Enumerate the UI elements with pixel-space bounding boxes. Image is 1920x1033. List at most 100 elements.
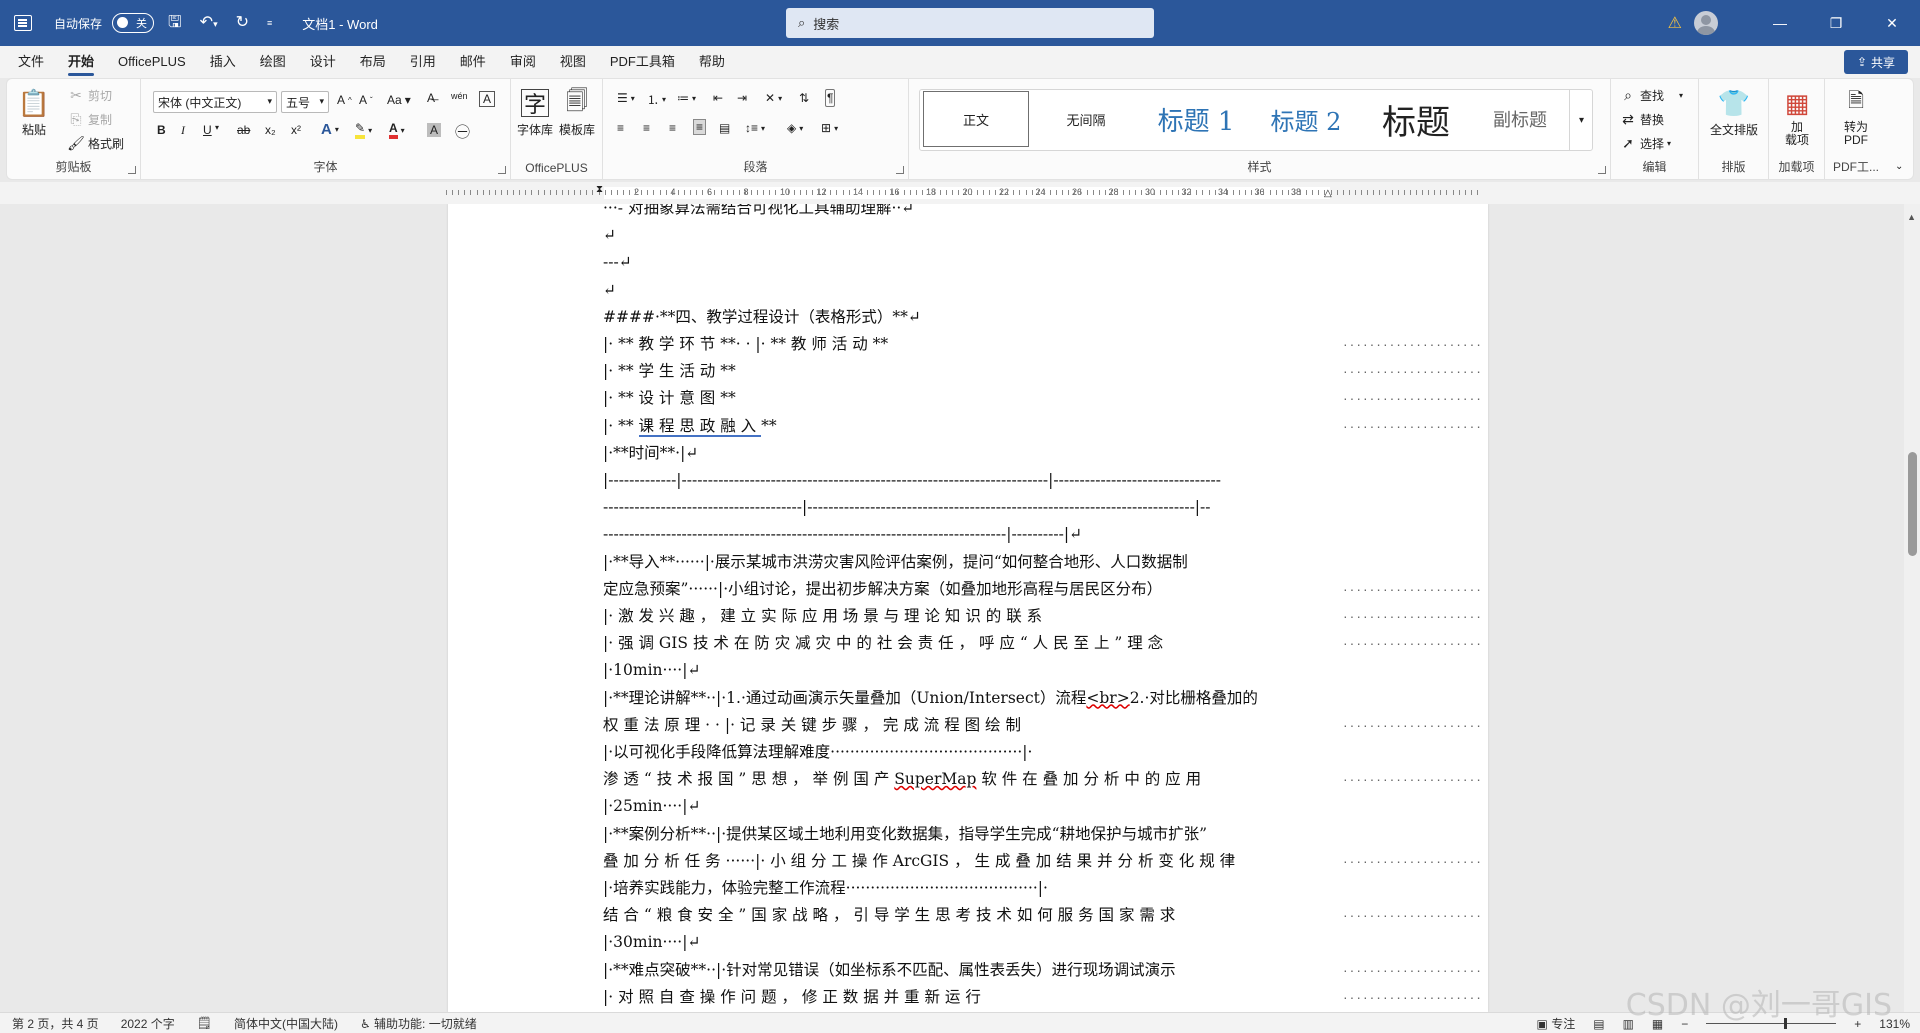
sort-icon[interactable]: ⇅ [799,91,809,105]
document-line[interactable]: |· 强 调 GIS 技 术 在 防 灾 减 灾 中 的 社 会 责 任 ， 呼… [603,631,1343,655]
find-button[interactable]: ⌕ 查找 ▾ [1619,87,1683,104]
accessibility-status[interactable]: ♿ 辅助功能: 一切就绪 [360,1015,477,1032]
font-library-button[interactable]: 字 字体库 [517,85,553,138]
underline-dropdown-icon[interactable]: ▾ [215,123,219,132]
shrink-font-button[interactable]: Aˇ [359,93,373,107]
document-line[interactable]: 叠 加 分 析 任 务 ······|· 小 组 分 工 操 作 ArcGIS … [603,849,1343,873]
first-line-indent-marker[interactable]: ⧗ [596,184,603,195]
document-line[interactable]: |·培养实践能力，体验完整工作流程·······················… [603,876,1343,900]
strikethrough-button[interactable]: ab [237,123,250,137]
tab-help[interactable]: 帮助 [699,46,725,78]
right-indent-marker[interactable]: △ [1324,188,1332,199]
paste-button[interactable]: 📋 粘贴 [17,85,51,138]
replace-button[interactable]: ⇄ 替换 [1619,111,1664,128]
document-line[interactable]: |-------------|-------------------------… [603,468,1343,492]
tab-view[interactable]: 视图 [560,46,586,78]
font-color-icon[interactable]: A ▾ [389,121,405,139]
tab-insert[interactable]: 插入 [210,46,236,78]
highlight-icon[interactable]: ✎ ▾ [355,121,372,139]
paragraph-launcher[interactable] [896,166,904,174]
minimize-button[interactable]: — [1752,15,1808,31]
document-line[interactable]: |·**导入**······|·展示某城市洪涝灾害风险评估案例，提问“如何整合地… [603,550,1343,574]
collapse-ribbon-icon[interactable]: ⌄ [1895,161,1903,172]
document-line[interactable]: |· 对 照 自 查 操 作 问 题 ， 修 正 数 据 并 重 新 运 行 [603,985,1343,1009]
line-spacing-icon[interactable]: ↕≡ ▾ [745,121,765,135]
tab-draw[interactable]: 绘图 [260,46,286,78]
restore-button[interactable]: ❐ [1808,15,1864,32]
spelling-error-word[interactable]: SuperMap [894,770,976,788]
language-indicator[interactable]: 简体中文(中国大陆) [234,1015,338,1032]
style-heading1[interactable]: 标题 1 [1143,91,1249,147]
spelling-error-word[interactable]: <br> [1086,689,1129,707]
format-painter-button[interactable]: 🖌 格式刷 [67,135,124,152]
document-line[interactable]: 定应急预案”······|·小组讨论，提出初步解决方案（如叠加地形高程与居民区分… [603,577,1343,601]
font-name-select[interactable]: 宋体 (中文正文) ▾ [153,91,277,113]
style-subtitle[interactable]: 副标题 [1473,91,1567,147]
tab-pdf-toolbox[interactable]: PDF工具箱 [610,46,675,78]
justify-icon[interactable]: ≡ [693,119,707,135]
document-line[interactable]: |·以可视化手段降低算法理解难度························… [603,740,1343,764]
convert-pdf-button[interactable]: 🗎 转为 PDF [1831,85,1881,147]
style-normal[interactable]: 正文 [923,91,1029,147]
clear-format-icon[interactable]: A̶ [427,91,435,105]
document-page[interactable]: ···- 对抽象算法需结合可视化工具辅助理解··↵ ↵ ---↵ ↵ ####·**四、… [448,204,1488,1012]
document-line[interactable]: |· ** 学 生 活 动 ** [603,359,1343,383]
document-line[interactable]: ####·**四、教学过程设计（表格形式）**↵ [603,305,1343,329]
clipboard-launcher[interactable] [128,166,136,174]
template-library-button[interactable]: 🗐 模板库 [559,85,595,138]
asian-layout-icon[interactable]: ✕ ▾ [765,91,782,105]
customize-qat-icon[interactable]: ≡ [263,18,276,28]
autosave-toggle[interactable]: 关 [112,13,155,33]
style-no-spacing[interactable]: 无间隔 [1033,91,1139,147]
tab-review[interactable]: 审阅 [510,46,536,78]
show-formatting-icon[interactable]: ¶ [825,89,836,107]
document-line[interactable]: ----------------------------------------… [603,522,1343,546]
style-title[interactable]: 标题 [1363,91,1469,147]
scrollbar-thumb[interactable] [1908,452,1917,556]
text-effects-icon[interactable]: A ▾ [321,121,339,138]
read-mode-icon[interactable]: ▤ [1593,1017,1604,1031]
document-line[interactable]: 结 合 “ 粮 食 安 全 ” 国 家 战 略 ， 引 导 学 生 思 考 技 … [603,903,1343,927]
copy-button[interactable]: ⎘ 复制 [67,111,112,128]
scroll-up-arrow[interactable]: ▲ [1907,212,1916,222]
borders-icon[interactable]: ⊞ ▾ [821,121,838,135]
document-line[interactable]: ---↵ [603,250,1343,274]
document-line[interactable]: |·**时间**·|↵ [603,441,1343,465]
document-line[interactable]: ↵ [603,223,1343,247]
bullets-icon[interactable]: ☰ ▾ [617,91,635,105]
tab-file[interactable]: 文件 [18,46,44,78]
vertical-scrollbar[interactable] [1904,204,1920,1012]
style-heading2[interactable]: 标题 2 [1253,91,1359,147]
document-line[interactable]: 权 重 法 原 理 · · |· 记 录 关 键 步 骤 ， 完 成 流 程 图… [603,713,1343,737]
document-line[interactable]: --------------------------------------|-… [603,495,1343,519]
undo-icon[interactable]: ↶▾ [196,15,222,31]
styles-more-button[interactable]: ▾ [1569,89,1593,151]
grow-font-button[interactable]: A ^ [337,93,352,107]
document-line[interactable]: |·30min····|↵ [603,930,1343,954]
avatar[interactable] [1694,11,1718,35]
cut-button[interactable]: ✂ 剪切 [67,87,112,104]
document-line[interactable]: |·25min····|↵ [603,794,1343,818]
page-count[interactable]: 第 2 页，共 4 页 [12,1015,99,1032]
align-center-icon[interactable]: ≡ [643,121,650,135]
document-line[interactable]: |· ** 教 学 环 节 **· · |· ** 教 师 活 动 ** [603,332,1343,356]
increase-indent-icon[interactable]: ⇥ [737,91,747,105]
tab-layout[interactable]: 布局 [360,46,386,78]
numbering-icon[interactable]: ⒈ ▾ [647,91,666,108]
share-button[interactable]: ⇪ 共享 [1844,50,1908,74]
font-size-select[interactable]: 五号 ▾ [281,91,329,113]
addins-button[interactable]: ▦ 加 载项 [1775,85,1819,147]
document-line[interactable]: |· ** 课 程 思 政 融 入 ** [603,414,1343,438]
proofing-icon[interactable]: 🗒 [197,1016,212,1030]
superscript-button[interactable]: x² [291,123,301,137]
shading-icon[interactable]: ◈ ▾ [787,121,803,135]
document-line[interactable]: ···- 对抽象算法需结合可视化工具辅助理解··↵ [603,204,1343,220]
document-line[interactable]: |·**理论讲解**··|·1.·通过动画演示矢量叠加（Union/Inters… [603,686,1343,710]
underline-button[interactable]: U [203,123,212,137]
subscript-button[interactable]: x₂ [265,123,276,137]
character-shading-icon[interactable]: A [427,123,442,137]
word-app-icon[interactable] [14,15,32,31]
change-case-button[interactable]: Aa ▾ [387,93,411,107]
styles-launcher[interactable] [1598,166,1606,174]
font-launcher[interactable] [498,166,506,174]
